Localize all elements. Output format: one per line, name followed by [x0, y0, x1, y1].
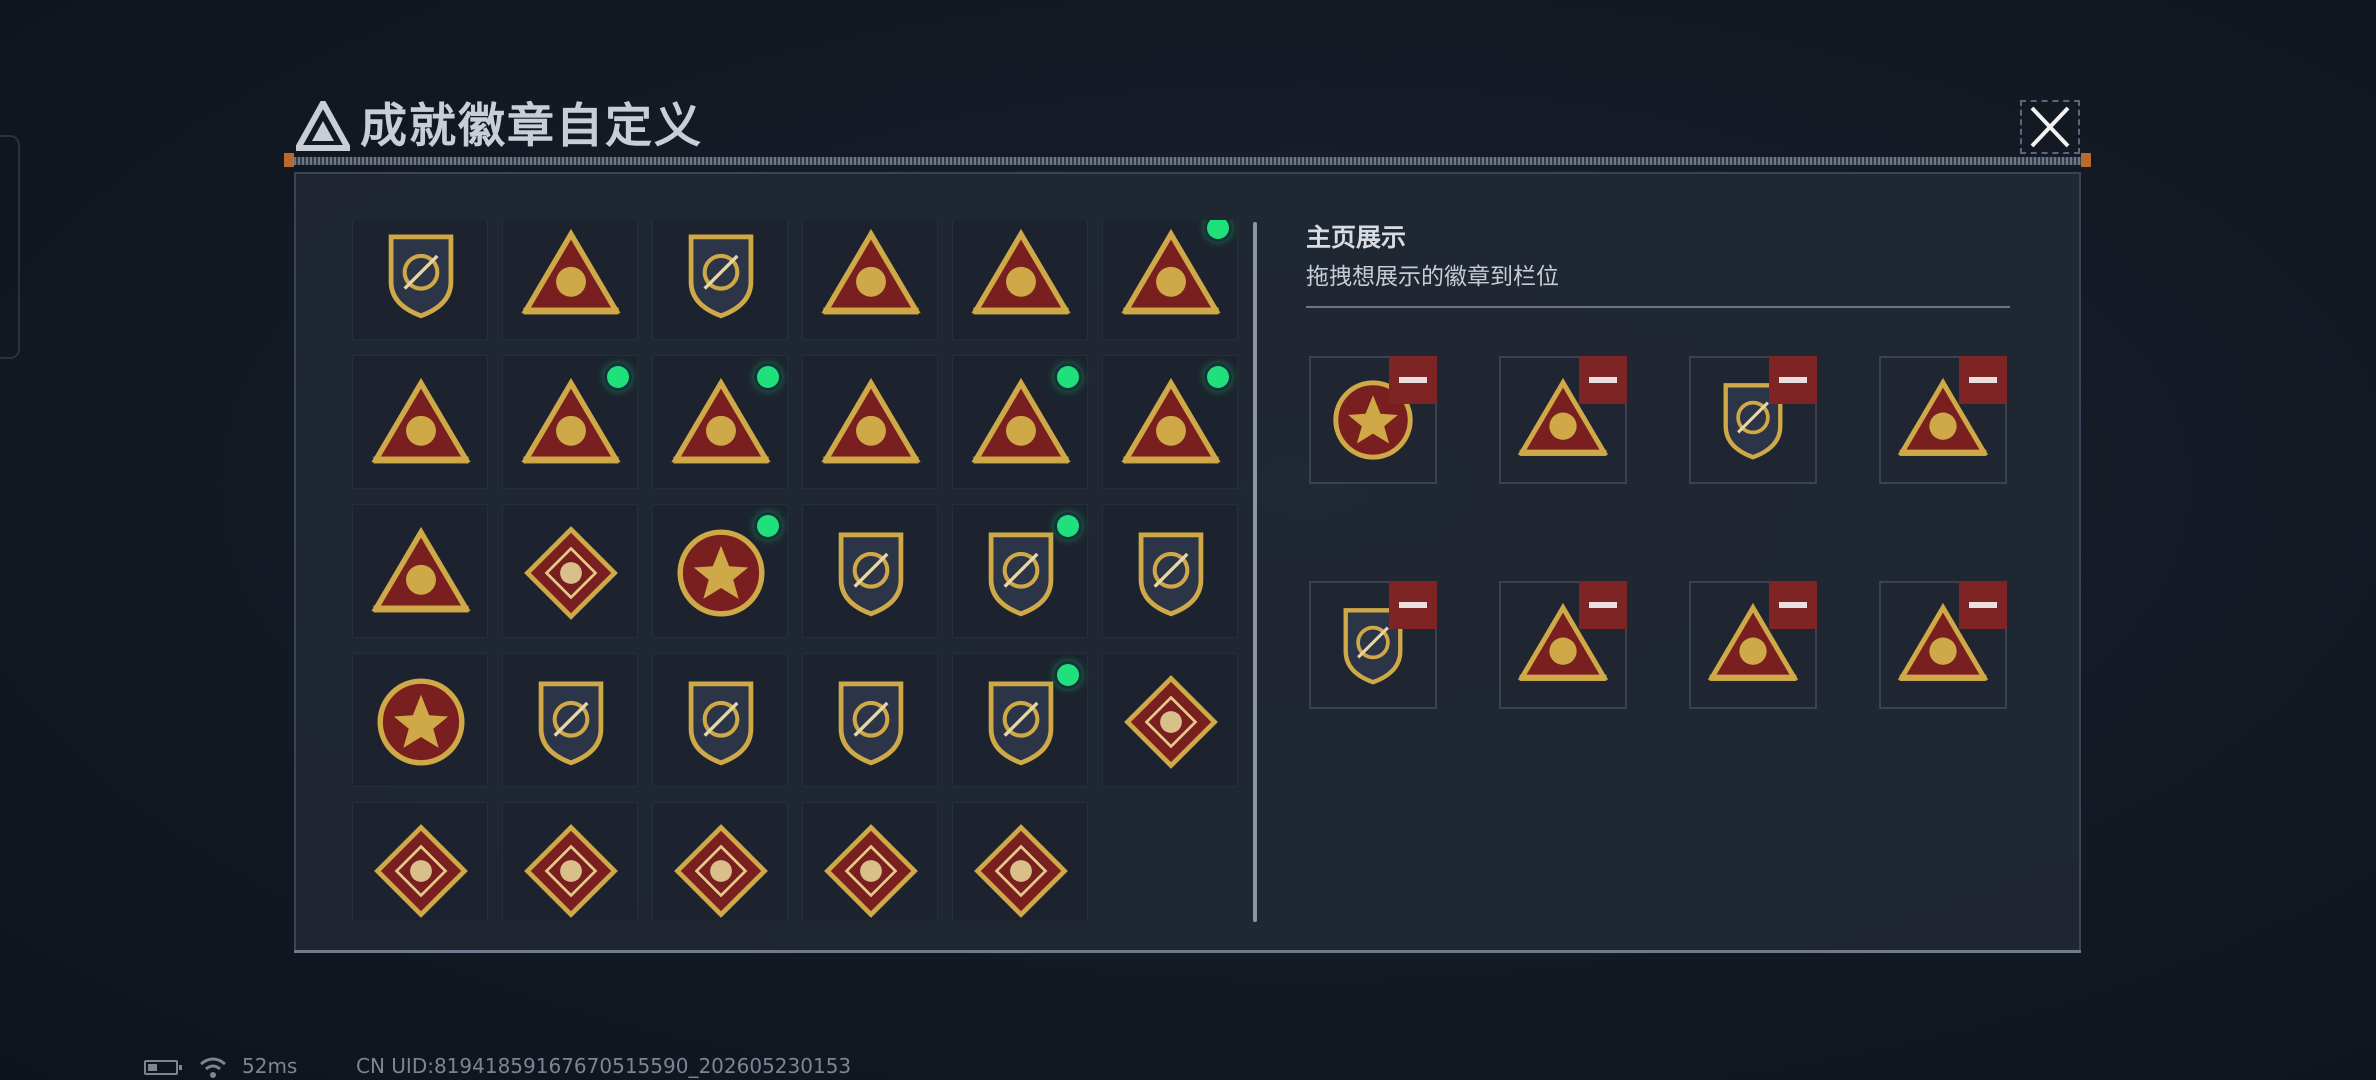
badge-cell[interactable]	[802, 355, 938, 489]
badge-cell[interactable]	[652, 504, 788, 638]
wifi-icon	[200, 1057, 226, 1078]
showcase-subtitle: 拖拽想展示的徽章到栏位	[1306, 264, 1559, 290]
gem-crest-badge-icon	[1138, 532, 1204, 617]
showcase-slot[interactable]	[1309, 356, 1437, 484]
showcase-slot[interactable]	[1879, 356, 2007, 484]
soldiers-badge-icon	[371, 526, 471, 613]
dialog-title: 成就徽章自定义	[360, 99, 703, 154]
remove-slot-button[interactable]	[1389, 356, 1437, 404]
season-s7-badge-icon	[971, 228, 1071, 315]
showcase-slot[interactable]	[1689, 356, 1817, 484]
showcase-slot[interactable]	[1309, 581, 1437, 709]
new-indicator-dot	[1057, 664, 1079, 686]
delta-shield-badge-icon	[388, 234, 454, 319]
new-indicator-dot	[757, 366, 779, 388]
badge-cell[interactable]	[1102, 355, 1238, 489]
dialog-header: 成就徽章自定义	[284, 93, 2091, 167]
tools-diamond-badge-icon	[974, 824, 1068, 918]
header-accent-left	[284, 153, 294, 167]
blade-shield-badge-icon	[838, 681, 904, 766]
remove-slot-button[interactable]	[1579, 581, 1627, 629]
wolf-diamond-badge-icon	[1124, 675, 1218, 769]
badge-cell[interactable]	[502, 220, 638, 340]
dragon-diamond-badge-2-icon	[524, 824, 618, 918]
remove-slot-button[interactable]	[1959, 356, 2007, 404]
badge-cell[interactable]	[502, 355, 638, 489]
rock-hand-badge-icon	[371, 377, 471, 464]
new-indicator-dot	[1057, 366, 1079, 388]
chevron-shield-badge-icon	[838, 532, 904, 617]
badge-cell[interactable]	[352, 355, 488, 489]
badge-cell[interactable]	[1102, 504, 1238, 638]
dragon-diamond-badge-icon	[374, 824, 468, 918]
badge-cell[interactable]	[652, 355, 788, 489]
showcase-slot[interactable]	[1499, 356, 1627, 484]
remove-slot-button[interactable]	[1389, 581, 1437, 629]
season-s6-badge-icon	[821, 228, 921, 315]
badge-cell[interactable]	[352, 653, 488, 787]
badge-cell[interactable]	[352, 220, 488, 340]
rifle-shield-badge-icon	[688, 681, 754, 766]
showcase-slot[interactable]	[1499, 581, 1627, 709]
new-indicator-dot	[1057, 515, 1079, 537]
badge-cell[interactable]	[652, 220, 788, 340]
remove-slot-button[interactable]	[1769, 356, 1817, 404]
badge-cell[interactable]	[952, 802, 1088, 920]
badge-cell[interactable]	[952, 220, 1088, 340]
dagger-shield-badge-icon	[688, 234, 754, 319]
showcase-slot[interactable]	[1879, 581, 2007, 709]
badge-cell[interactable]	[502, 802, 638, 920]
grid-scrollbar[interactable]	[1253, 222, 1257, 922]
badge-cell[interactable]	[952, 504, 1088, 638]
showcase-divider	[1306, 306, 2010, 308]
remove-slot-button[interactable]	[1769, 581, 1817, 629]
header-accent-right	[2081, 153, 2091, 167]
badge-cell[interactable]	[952, 653, 1088, 787]
dialog-bottom-line	[294, 950, 2081, 953]
badge-grid[interactable]	[352, 220, 1242, 920]
new-indicator-dot	[1207, 366, 1229, 388]
close-button[interactable]	[2020, 100, 2080, 154]
badge-cell[interactable]	[802, 802, 938, 920]
skull-emblem-badge-icon	[377, 678, 465, 766]
sniper-crest-badge-icon	[538, 681, 604, 766]
new-indicator-dot	[607, 366, 629, 388]
badge-cell[interactable]	[1102, 653, 1238, 787]
remove-slot-button[interactable]	[1579, 356, 1627, 404]
number-one-badge-icon	[821, 377, 921, 464]
badge-cell[interactable]	[502, 653, 638, 787]
battery-icon	[144, 1060, 182, 1075]
remove-slot-button[interactable]	[1959, 581, 2007, 629]
badge-cell[interactable]	[352, 504, 488, 638]
badge-cell[interactable]	[802, 220, 938, 340]
showcase-title: 主页展示	[1306, 223, 1407, 252]
badge-cell[interactable]	[952, 355, 1088, 489]
delta-logo-icon	[296, 101, 350, 151]
rose-diamond-badge-icon	[524, 526, 618, 620]
badge-cell[interactable]	[502, 504, 638, 638]
showcase-slot[interactable]	[1689, 581, 1817, 709]
header-divider	[290, 157, 2085, 165]
badge-cell[interactable]	[802, 504, 938, 638]
horse-diamond-badge-icon	[824, 824, 918, 918]
ping-readout: 52ms	[242, 1054, 298, 1078]
helicopter-badge-icon	[521, 228, 621, 315]
badge-cell[interactable]	[352, 802, 488, 920]
badge-cell[interactable]	[802, 653, 938, 787]
badge-cell[interactable]	[652, 802, 788, 920]
new-indicator-dot	[757, 515, 779, 537]
badge-cell[interactable]	[652, 653, 788, 787]
runner-diamond-badge-icon	[674, 824, 768, 918]
uid-readout: CN UID:81941859167670515590_202605230153	[356, 1054, 852, 1078]
badge-cell[interactable]	[1102, 220, 1238, 340]
left-edge-tab	[0, 135, 20, 359]
close-x-icon	[2030, 106, 2070, 148]
